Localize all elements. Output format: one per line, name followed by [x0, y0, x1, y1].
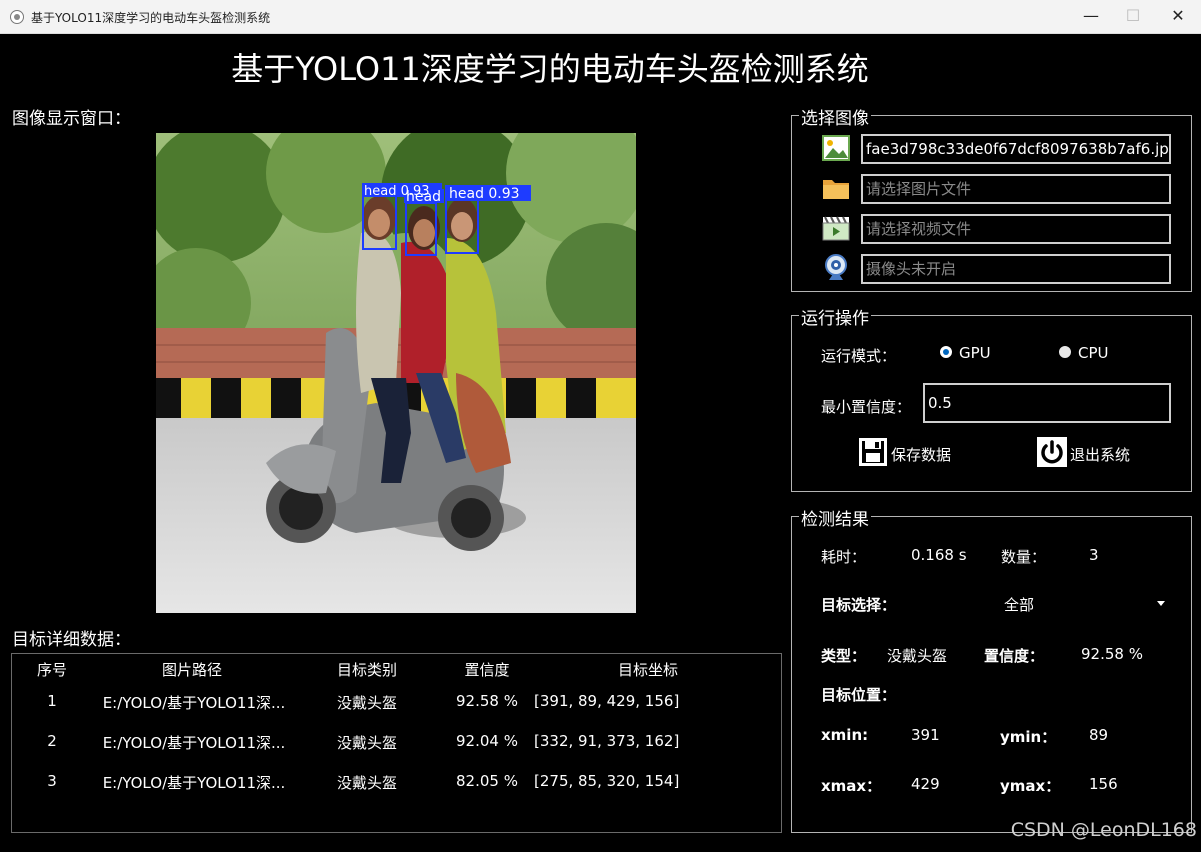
chevron-down-icon[interactable] [1157, 601, 1165, 606]
xmax-label: xmax： [821, 777, 882, 795]
table-cell[interactable]: [275, 85, 320, 154] [534, 772, 679, 790]
exit-button[interactable]: 退出系统 [1070, 444, 1130, 465]
time-value: 0.168 s [911, 546, 967, 564]
gpu-radio[interactable] [940, 346, 952, 358]
table-cell[interactable]: [332, 91, 373, 162] [534, 732, 679, 750]
cpu-label[interactable]: CPU [1078, 344, 1109, 362]
cpu-radio[interactable] [1059, 346, 1071, 358]
mode-label: 运行模式： [821, 347, 897, 365]
xmin-value: 391 [911, 726, 940, 744]
target-select-label: 目标选择： [821, 596, 897, 614]
xmin-label: xmin: [821, 726, 869, 744]
image-file-field[interactable]: fae3d798c33de0f67dcf8097638b7af6.jpg [861, 134, 1171, 164]
image-icon[interactable] [821, 133, 851, 163]
camera-field[interactable]: 摄像头未开启 [861, 254, 1171, 284]
ymin-label: ymin： [1000, 728, 1057, 746]
min-conf-label: 最小置信度： [821, 398, 912, 416]
target-select-dropdown[interactable]: 全部 [1004, 594, 1034, 615]
table-cell[interactable]: E:/YOLO/基于YOLO11深... [94, 772, 294, 793]
confidence-value: 92.58 % [1081, 645, 1143, 663]
count-label: 数量： [1001, 548, 1047, 566]
count-value: 3 [1089, 546, 1099, 564]
detection-label: head [406, 189, 441, 205]
video-field[interactable]: 请选择视频文件 [861, 214, 1171, 244]
image-panel-label: 图像显示窗口： [12, 109, 131, 129]
type-label: 类型： [821, 647, 867, 665]
folder-field[interactable]: 请选择图片文件 [861, 174, 1171, 204]
xmax-value: 429 [911, 775, 940, 793]
image-display: head 0.93 head head 0.93 [156, 133, 636, 613]
video-icon[interactable] [821, 213, 851, 243]
confidence-label: 置信度： [984, 647, 1045, 665]
time-label: 耗时： [821, 548, 867, 566]
column-header[interactable]: 目标类别 [330, 659, 404, 680]
column-header[interactable]: 置信度 [457, 659, 517, 680]
webcam-icon[interactable] [823, 253, 849, 283]
results-title: 检测结果 [799, 505, 871, 530]
save-button[interactable]: 保存数据 [891, 444, 951, 465]
run-title: 运行操作 [799, 304, 871, 329]
select-image-title: 选择图像 [799, 104, 871, 129]
power-icon[interactable] [1037, 437, 1067, 467]
window-titlebar: 基于YOLO11深度学习的电动车头盔检测系统 — ☐ ✕ [0, 0, 1201, 34]
min-conf-input[interactable]: 0.5 [923, 383, 1171, 423]
ymax-value: 156 [1089, 775, 1118, 793]
table-cell[interactable]: [391, 89, 429, 156] [534, 692, 679, 710]
gpu-label[interactable]: GPU [959, 344, 991, 362]
page-title: 基于YOLO11深度学习的电动车头盔检测系统 [231, 50, 869, 88]
detection-photo: head 0.93 head head 0.93 [156, 133, 636, 613]
detection-label: head 0.93 [449, 186, 520, 202]
column-header[interactable]: 目标坐标 [612, 659, 684, 680]
table-cell[interactable]: 3 [42, 772, 62, 790]
close-button[interactable]: ✕ [1155, 0, 1201, 34]
table-cell[interactable]: 1 [42, 692, 62, 710]
ymax-label: ymax： [1000, 777, 1061, 795]
table-cell[interactable]: E:/YOLO/基于YOLO11深... [94, 732, 294, 753]
column-header[interactable]: 图片路径 [152, 659, 232, 680]
table-cell[interactable]: E:/YOLO/基于YOLO11深... [94, 692, 294, 713]
position-label: 目标位置： [821, 686, 897, 704]
type-value: 没戴头盔 [887, 647, 948, 665]
table-cell[interactable]: 没戴头盔 [330, 732, 404, 753]
table-cell[interactable]: 82.05 % [452, 772, 522, 790]
table-cell[interactable]: 92.04 % [452, 732, 522, 750]
details-label: 目标详细数据： [12, 630, 131, 650]
details-table[interactable]: 序号 图片路径 目标类别 置信度 目标坐标 1 E:/YOLO/基于YOLO11… [11, 653, 782, 833]
table-cell[interactable]: 没戴头盔 [330, 692, 404, 713]
table-cell[interactable]: 92.58 % [452, 692, 522, 710]
app-icon [10, 10, 24, 24]
save-icon[interactable] [858, 437, 888, 467]
minimize-button[interactable]: — [1068, 0, 1114, 34]
table-cell[interactable]: 没戴头盔 [330, 772, 404, 793]
folder-icon[interactable] [821, 173, 851, 203]
watermark: CSDN @LeonDL168 [1010, 819, 1197, 841]
column-header[interactable]: 序号 [35, 659, 69, 680]
table-cell[interactable]: 2 [42, 732, 62, 750]
ymin-value: 89 [1089, 726, 1109, 744]
maximize-button[interactable]: ☐ [1110, 0, 1156, 34]
window-title: 基于YOLO11深度学习的电动车头盔检测系统 [31, 11, 271, 25]
